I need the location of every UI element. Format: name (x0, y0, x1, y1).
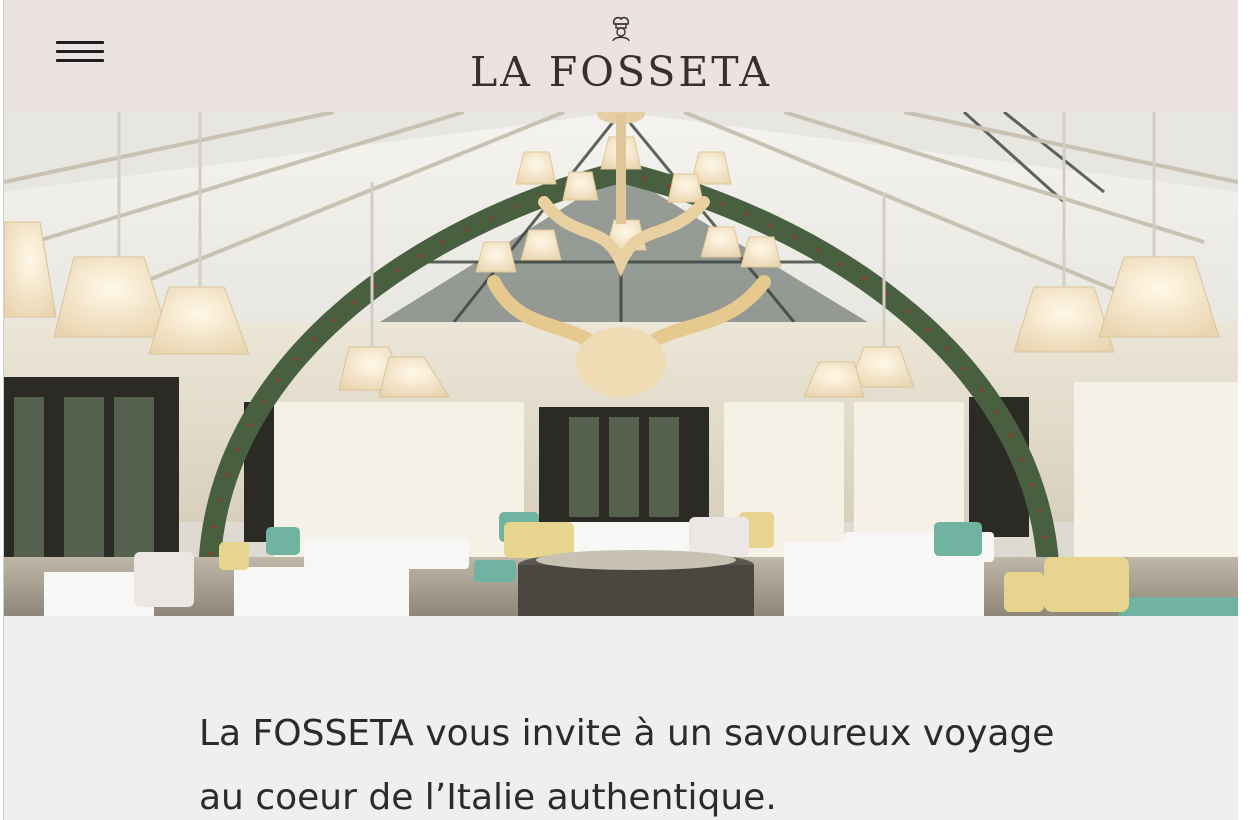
intro-section: La FOSSETA vous invite à un savoureux vo… (4, 616, 1238, 820)
site-logo-link[interactable]: LA FOSSETA (444, 10, 798, 100)
hamburger-menu-button[interactable] (50, 36, 106, 72)
site-header: LA FOSSETA (4, 0, 1238, 113)
scrollbar-area[interactable] (1238, 0, 1250, 820)
restaurant-photo (4, 112, 1238, 616)
menu-bar-icon (56, 59, 104, 62)
menu-bar-icon (56, 41, 104, 44)
chef-icon (612, 16, 630, 42)
page: LA FOSSETA La FOSSETA vous invite à un s… (3, 0, 1239, 820)
intro-tagline: La FOSSETA vous invite à un savoureux vo… (199, 713, 1055, 818)
brand-name: LA FOSSETA (469, 48, 773, 96)
menu-bar-icon (56, 50, 104, 53)
hero-image (4, 112, 1238, 616)
